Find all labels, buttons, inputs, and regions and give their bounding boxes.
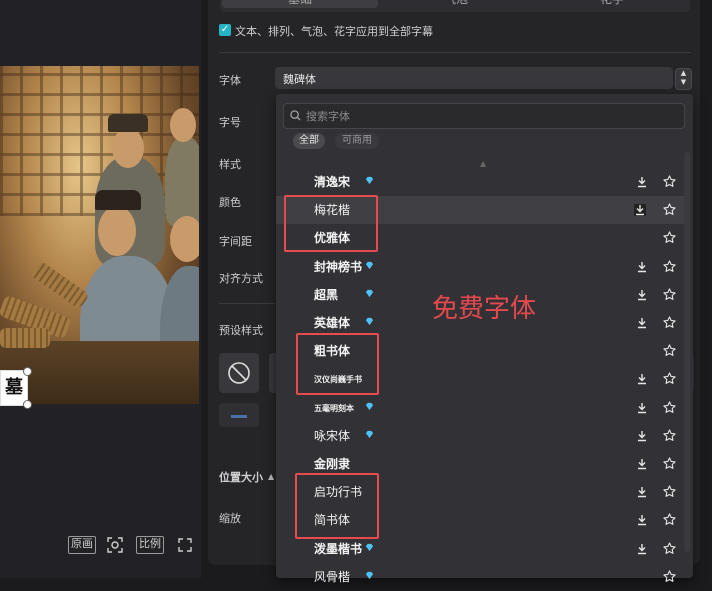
scroll-up-indicator: ▲ <box>480 159 487 168</box>
font-name: 超黑 <box>314 288 339 302</box>
star-icon[interactable] <box>663 570 676 583</box>
resize-handle[interactable] <box>23 400 32 409</box>
scholar-face <box>170 216 199 262</box>
font-select-stepper[interactable]: ▲ ▼ <box>675 68 692 90</box>
fullscreen-icon[interactable] <box>176 536 194 554</box>
filter-all[interactable]: 全部 <box>293 133 325 149</box>
apply-all-label: 文本、排列、气泡、花字应用到全部字幕 <box>235 25 433 38</box>
scholar-face <box>98 206 136 256</box>
star-icon[interactable] <box>663 372 676 385</box>
bamboo-scroll <box>0 328 50 348</box>
style-label: 样式 <box>219 158 241 171</box>
star-icon[interactable] <box>663 231 676 244</box>
star-icon[interactable] <box>663 457 676 470</box>
original-button[interactable]: 原画 <box>68 536 96 554</box>
size-label: 字号 <box>219 116 241 129</box>
preset-none[interactable] <box>219 353 259 393</box>
diamond-icon <box>365 571 374 580</box>
ban-icon <box>228 362 250 384</box>
download-icon[interactable] <box>636 514 648 526</box>
annotation-box <box>296 333 379 395</box>
preset-item[interactable] <box>219 403 259 427</box>
font-select-value: 魏碑体 <box>283 73 316 86</box>
diamond-icon <box>365 289 374 298</box>
font-search-input[interactable]: 搜索字体 <box>283 103 685 129</box>
star-icon[interactable] <box>663 288 676 301</box>
bamboo-scroll <box>30 260 90 310</box>
font-name: 五毫明刻本 <box>314 403 354 413</box>
download-icon[interactable] <box>636 373 648 385</box>
align-label: 对齐方式 <box>219 272 263 285</box>
divider <box>219 303 275 304</box>
scholar-figure <box>165 136 199 226</box>
annotation-box <box>295 473 379 539</box>
font-list-item[interactable]: 五毫明刻本 <box>276 394 684 422</box>
scale-label: 缩放 <box>219 512 241 525</box>
download-icon[interactable] <box>636 430 648 442</box>
font-select[interactable]: 魏碑体 <box>275 67 673 89</box>
font-name: 清逸宋 <box>314 175 351 189</box>
font-list-item[interactable]: 咏宋体 <box>276 422 684 450</box>
diamond-icon <box>365 543 374 552</box>
spacing-label: 字间距 <box>219 235 252 248</box>
search-placeholder: 搜索字体 <box>306 110 350 123</box>
diamond-icon <box>365 430 374 439</box>
download-icon[interactable] <box>636 289 648 301</box>
star-icon[interactable] <box>663 203 676 216</box>
star-icon[interactable] <box>663 513 676 526</box>
resize-handle[interactable] <box>23 367 32 376</box>
download-icon[interactable] <box>636 486 648 498</box>
font-label: 字体 <box>219 74 241 87</box>
font-list-scrollbar[interactable] <box>684 152 690 552</box>
collapse-icon[interactable]: ▲ <box>268 472 274 481</box>
font-name: 泼墨楷书 <box>314 542 363 556</box>
star-icon[interactable] <box>663 401 676 414</box>
font-list-item[interactable]: 风骨楷 <box>276 563 684 591</box>
star-icon[interactable] <box>663 344 676 357</box>
diamond-icon <box>365 317 374 326</box>
preview-image[interactable] <box>0 66 199 404</box>
star-icon[interactable] <box>663 260 676 273</box>
divider <box>219 52 691 53</box>
font-list-item[interactable]: 清逸宋 <box>276 168 684 196</box>
annotation-text: 免费字体 <box>432 294 537 324</box>
font-list-item[interactable]: 泼墨楷书 <box>276 535 684 563</box>
screenshot-icon[interactable] <box>106 536 124 554</box>
star-icon[interactable] <box>663 175 676 188</box>
diamond-icon <box>365 176 374 185</box>
download-icon[interactable] <box>636 402 648 414</box>
star-icon[interactable] <box>663 316 676 329</box>
color-label: 颜色 <box>219 196 241 209</box>
font-list-item[interactable]: 封神榜书 <box>276 253 684 281</box>
tab-flower-text[interactable]: 花字 <box>534 0 690 8</box>
scholar-hat <box>95 190 141 210</box>
download-icon[interactable] <box>636 261 648 273</box>
diamond-icon <box>365 402 374 411</box>
font-name: 封神榜书 <box>314 260 363 274</box>
apply-all-checkbox[interactable]: ✓ <box>219 24 231 36</box>
scholar-face <box>170 108 196 142</box>
tab-basic[interactable]: 基础 <box>222 0 378 8</box>
download-icon[interactable] <box>634 204 646 216</box>
search-icon <box>290 110 301 121</box>
tab-bubble[interactable]: 气泡 <box>378 0 534 8</box>
star-icon[interactable] <box>663 542 676 555</box>
annotation-box <box>284 195 378 252</box>
download-icon[interactable] <box>636 317 648 329</box>
font-name: 咏宋体 <box>314 429 351 443</box>
position-size-label[interactable]: 位置大小 <box>219 469 263 485</box>
font-name: 风骨楷 <box>314 570 351 584</box>
ratio-button[interactable]: 比例 <box>136 536 164 554</box>
preset-label: 预设样式 <box>219 324 263 337</box>
star-icon[interactable] <box>663 429 676 442</box>
star-icon[interactable] <box>663 485 676 498</box>
scholar-hat <box>108 114 148 132</box>
diamond-icon <box>365 261 374 270</box>
download-icon[interactable] <box>636 458 648 470</box>
download-icon[interactable] <box>636 176 648 188</box>
download-icon[interactable] <box>636 543 648 555</box>
filter-commercial[interactable]: 可商用 <box>335 133 379 149</box>
preset-swatch <box>231 415 247 418</box>
scholar-face <box>112 128 144 168</box>
